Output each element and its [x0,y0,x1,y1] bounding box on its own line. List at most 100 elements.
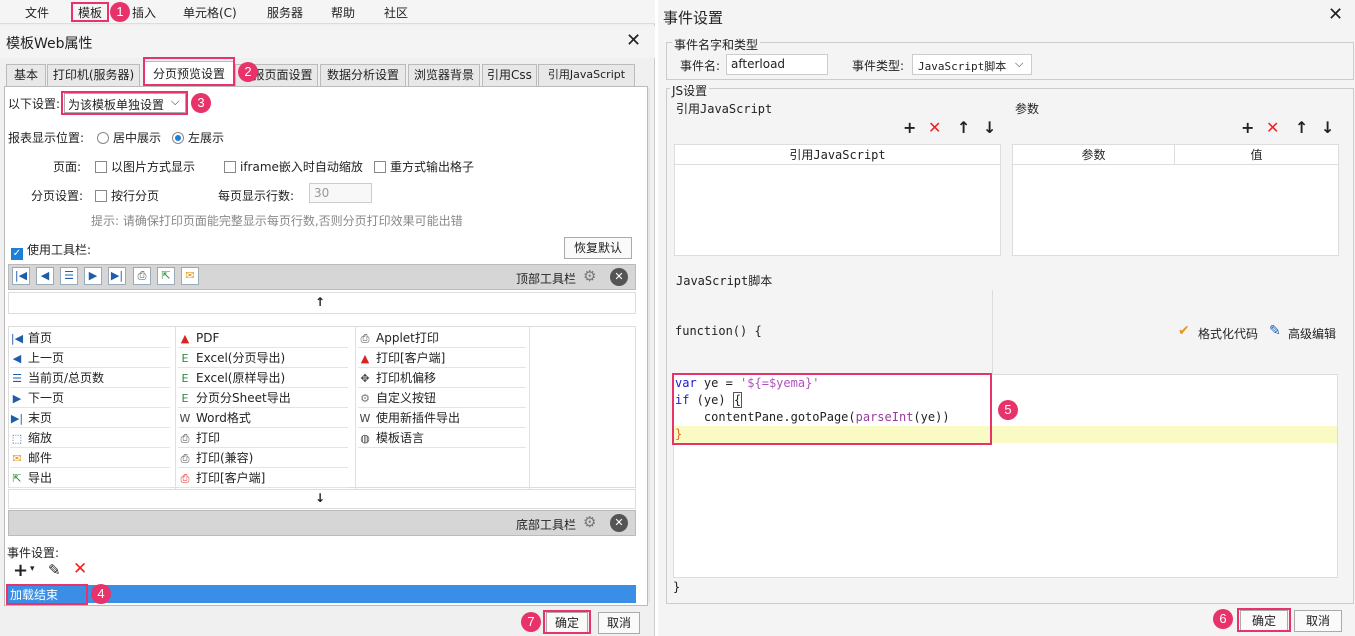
item-excel-original[interactable]: E Excel(原样导出) [178,368,348,388]
step-badge-7: 7 [521,612,541,632]
step-badge-3: 3 [191,93,211,113]
event-type-label: 事件类型: [852,59,905,73]
tab-printer-server[interactable]: 打印机(服务器) [47,64,140,86]
item-prev-page[interactable]: ◀ 上一页 [10,348,170,368]
item-template-language[interactable]: ◍ 模板语言 [358,428,526,448]
checkbox-iframe-scale[interactable]: iframe嵌入时自动缩放 [224,158,363,175]
radio-left[interactable]: 左展示 [172,129,224,146]
ref-js-table: 引用JavaScript [674,144,1001,256]
report-position-label: 报表显示位置: [8,131,85,145]
first-page-icon[interactable]: |◀ [12,267,30,285]
item-zoom[interactable]: ⬚ 缩放 [10,428,170,448]
close-icon[interactable]: ✕ [626,30,641,51]
highlight-template-menu [71,2,109,22]
item-mail[interactable]: ✉ 邮件 [10,448,170,468]
move-down-icon[interactable]: ↓ [983,120,996,136]
cancel-button[interactable]: 取消 [1294,610,1342,632]
menu-community[interactable]: 社区 [384,4,408,21]
step-badge-1: 1 [110,2,130,22]
tab-data-analysis[interactable]: 数据分析设置 [320,64,406,86]
gear-icon[interactable]: ⚙ [583,267,596,285]
left-window: 文件 模板 插入 单元格(C) 服务器 帮助 社区 1 模板Web属性 ✕ 基本… [0,0,655,636]
top-drop-zone[interactable]: ↑ [8,292,636,314]
param-header: 参数 [1013,145,1175,165]
prev-page-icon[interactable]: ◀ [36,267,54,285]
item-sheet-export[interactable]: E 分页分Sheet导出 [178,388,348,408]
highlight-settings-select [61,91,188,115]
dialog-title: 模板Web属性 [6,36,93,52]
item-print[interactable]: ⎙ 打印 [178,428,348,448]
highlight-code [672,373,992,445]
move-up-icon[interactable]: ↑ [957,120,970,136]
item-export[interactable]: ⇱ 导出 [10,468,170,488]
menu-cell[interactable]: 单元格(C) [183,4,237,21]
export-icon[interactable]: ⇱ [157,267,175,285]
params-legend: 参数 [1015,102,1040,116]
add-icon[interactable]: + [903,120,916,136]
menu-file[interactable]: 文件 [25,4,49,21]
dialog-title-bar: 模板Web属性 ✕ [0,26,655,58]
tab-ref-js[interactable]: 引用JavaScript [538,64,635,86]
event-name-label: 事件名: [680,59,721,73]
tab-ref-css[interactable]: 引用Css [482,64,537,86]
bottom-drop-zone[interactable]: ↓ [8,489,636,509]
mail-icon[interactable]: ✉ [181,267,199,285]
item-page-count[interactable]: ☰ 当前页/总页数 [10,368,170,388]
checkbox-use-toolbar[interactable]: ✓ 使用工具栏: [11,241,91,260]
cancel-button[interactable]: 取消 [598,612,640,634]
item-printer-offset[interactable]: ✥ 打印机偏移 [358,368,526,388]
page-count-icon[interactable]: ☰ [60,267,78,285]
next-page-icon[interactable]: ▶ [84,267,102,285]
tab-browser-bg[interactable]: 浏览器背景 [408,64,480,86]
print-icon[interactable]: ⎙ [133,267,151,285]
item-last-page[interactable]: ▶| 末页 [10,408,170,428]
remove-icon[interactable]: ✕ [610,268,628,286]
item-print-compat[interactable]: ⎙ 打印(兼容) [178,448,348,468]
item-applet-print[interactable]: ⎙ Applet打印 [358,328,526,348]
delete-icon[interactable]: ✕ [1266,120,1279,136]
tab-basic[interactable]: 基本 [6,64,46,86]
checkbox-repeat-output[interactable]: 重方式输出格子 [374,158,474,175]
move-up-icon[interactable]: ↑ [1295,120,1308,136]
item-excel-page[interactable]: E Excel(分页导出) [178,348,348,368]
item-print-client[interactable]: ⎙ 打印[客户端] [178,468,348,488]
add-icon[interactable]: + [1241,120,1254,136]
item-next-page[interactable]: ▶ 下一页 [10,388,170,408]
restore-default-button[interactable]: 恢复默认 [564,237,632,259]
item-custom-button[interactable]: ⚙ 自定义按钮 [358,388,526,408]
format-code-button[interactable]: 格式化代码 [1198,325,1258,342]
advanced-edit-icon[interactable]: ✎ [1269,323,1281,339]
function-open: function() { [675,324,762,338]
item-word[interactable]: W Word格式 [178,408,348,428]
checkbox-as-image[interactable]: 以图片方式显示 [95,158,195,175]
item-new-plugin-export[interactable]: W 使用新插件导出 [358,408,526,428]
item-client-print[interactable]: ▲ 打印[客户端] [358,348,526,368]
format-code-icon[interactable]: ✔ [1178,323,1190,339]
radio-center[interactable]: 居中展示 [97,129,161,146]
rows-per-page-input[interactable]: 30 [309,183,372,203]
add-icon[interactable]: + [13,560,28,581]
menu-insert[interactable]: 插入 [132,4,156,21]
move-down-icon[interactable]: ↓ [1321,120,1334,136]
menu-server[interactable]: 服务器 [267,4,303,21]
event-settings-label: 事件设置: [7,546,60,560]
item-pdf[interactable]: ▲ PDF [178,328,348,348]
delete-icon[interactable]: ✕ [928,120,941,136]
menu-help[interactable]: 帮助 [331,4,355,21]
close-icon[interactable]: ✕ [1328,4,1343,25]
ref-js-legend: 引用JavaScript [676,102,773,116]
event-type-select[interactable]: JavaScript脚本 ⌵ [912,54,1032,75]
remove-icon[interactable]: ✕ [610,514,628,532]
gear-icon[interactable]: ⚙ [583,513,596,531]
edit-icon[interactable]: ✎ [48,561,61,579]
event-name-input[interactable]: afterload [726,54,828,75]
event-settings-window: 事件设置 ✕ 事件名字和类型 事件名: afterload 事件类型: Java… [658,0,1355,636]
script-legend: JavaScript脚本 [676,274,773,288]
advanced-edit-button[interactable]: 高级编辑 [1288,325,1336,342]
last-page-icon[interactable]: ▶| [108,267,126,285]
params-table: 参数 值 [1012,144,1339,256]
delete-icon[interactable]: ✕ [73,559,87,579]
checkbox-by-row[interactable]: 按行分页 [95,187,159,204]
chevron-down-icon[interactable]: ▾ [30,564,35,574]
item-first-page[interactable]: |◀ 首页 [10,328,170,348]
